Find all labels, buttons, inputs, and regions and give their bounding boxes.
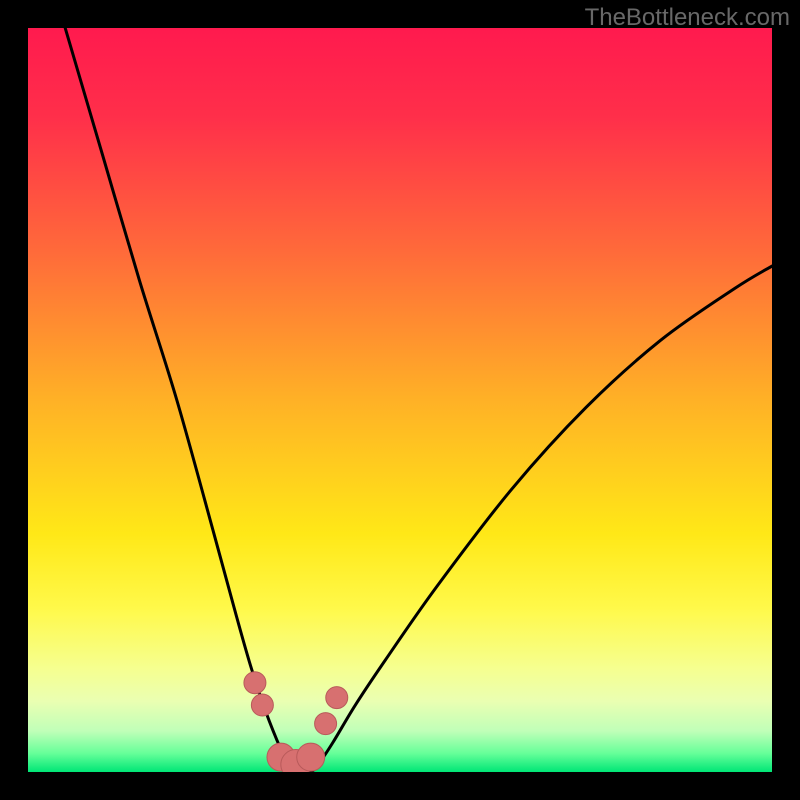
marker-point bbox=[326, 687, 348, 709]
marker-point bbox=[315, 713, 337, 735]
chart-frame: TheBottleneck.com bbox=[0, 0, 800, 800]
marker-point bbox=[297, 743, 325, 771]
watermark-label: TheBottleneck.com bbox=[585, 4, 790, 32]
gradient-background bbox=[28, 28, 772, 772]
marker-point bbox=[251, 694, 273, 716]
plot-area bbox=[28, 28, 772, 772]
chart-svg bbox=[28, 28, 772, 772]
marker-point bbox=[244, 672, 266, 694]
